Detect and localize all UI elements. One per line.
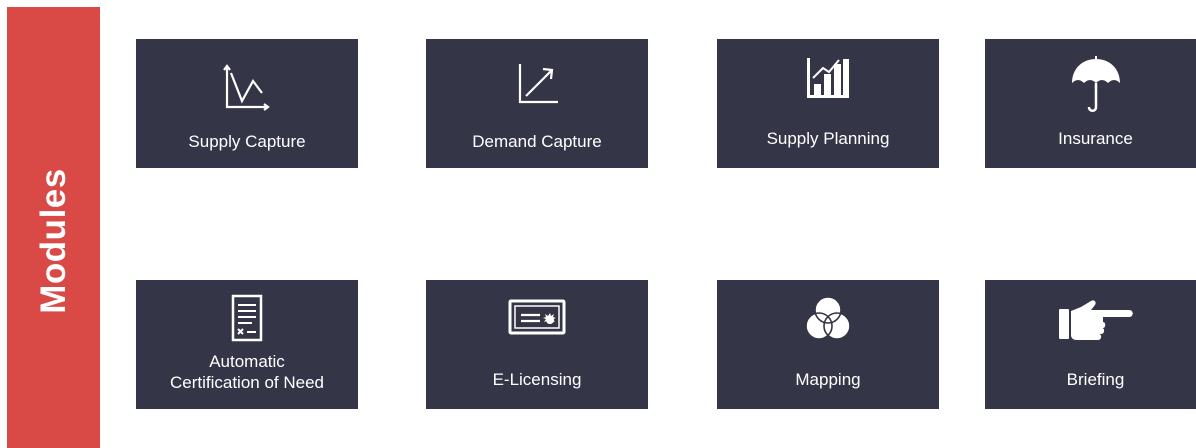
venn-diagram-icon (717, 294, 939, 344)
license-card-icon (426, 299, 648, 335)
document-certificate-icon (136, 294, 358, 342)
bar-chart-icon (717, 56, 939, 100)
module-automatic-certification-of-need[interactable]: Automatic Certification of Need (136, 280, 358, 409)
module-label-line2: Certification of Need (169, 373, 325, 392)
module-briefing[interactable]: Briefing (985, 280, 1196, 409)
module-supply-planning[interactable]: Supply Planning (717, 39, 939, 168)
module-label: Supply Capture (188, 132, 306, 151)
umbrella-icon (985, 55, 1196, 115)
pointing-hand-icon (985, 299, 1196, 343)
module-e-licensing[interactable]: E-Licensing (426, 280, 648, 409)
module-supply-capture[interactable]: Supply Capture (136, 39, 358, 168)
module-label: Automatic Certification of Need (136, 351, 358, 393)
module-label-line1: Automatic (209, 352, 285, 371)
module-demand-capture[interactable]: Demand Capture (426, 39, 648, 168)
modules-sidebar: Modules (7, 7, 100, 448)
module-label: Mapping (795, 370, 861, 389)
module-mapping[interactable]: Mapping (717, 280, 939, 409)
module-insurance[interactable]: Insurance (985, 39, 1196, 168)
sidebar-title: Modules (33, 168, 73, 314)
module-label: E-Licensing (492, 370, 582, 389)
module-label: Insurance (1058, 129, 1133, 148)
module-label: Supply Planning (766, 129, 890, 148)
chart-axes-decline-icon (136, 63, 358, 113)
chart-axes-growth-icon (426, 60, 648, 110)
module-label: Demand Capture (472, 132, 602, 151)
module-label: Briefing (1066, 370, 1125, 389)
